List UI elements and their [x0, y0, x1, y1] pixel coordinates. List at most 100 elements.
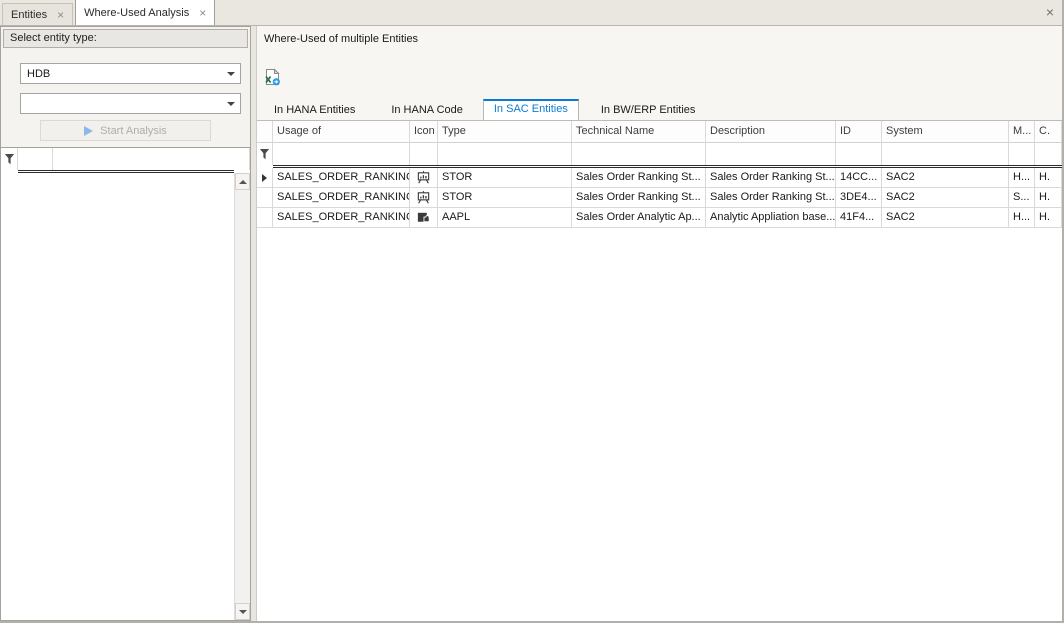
panel-close-icon[interactable]: ×	[1046, 5, 1054, 19]
tab-in-hana-code[interactable]: In HANA Code	[381, 100, 473, 120]
filter-cell[interactable]	[882, 143, 1009, 165]
cell-id: 3DE4...	[836, 188, 882, 208]
entity-type-dropdown[interactable]: HDB	[20, 63, 241, 84]
filter-cell[interactable]	[706, 143, 836, 165]
panel-caption: Select entity type:	[3, 29, 248, 48]
cell-description: Sales Order Ranking St...	[706, 188, 836, 208]
table-row[interactable]: SALES_ORDER_RANKING STOR Sales Order Ran…	[257, 168, 1062, 188]
cell-usage-of: SALES_ORDER_RANKING	[273, 188, 410, 208]
cell-system: SAC2	[882, 188, 1009, 208]
export-to-excel-button[interactable]	[262, 67, 282, 87]
start-analysis-label: Start Analysis	[100, 125, 167, 137]
filter-cell[interactable]	[18, 148, 53, 170]
cell-m: S...	[1009, 188, 1035, 208]
entity-type-value: HDB	[21, 68, 222, 80]
filter-cell[interactable]	[273, 143, 410, 165]
column-header-system[interactable]: System	[882, 121, 1009, 143]
table-row[interactable]: SALES_ORDER_RANKING AAPL Sales Order Ana…	[257, 208, 1062, 228]
cell-usage-of: SALES_ORDER_RANKING	[273, 208, 410, 228]
start-analysis-button[interactable]: Start Analysis	[40, 120, 211, 141]
cell-icon	[410, 188, 438, 208]
filter-cell[interactable]	[836, 143, 882, 165]
filter-cell[interactable]	[410, 143, 438, 165]
tab-in-sac-entities[interactable]: In SAC Entities	[483, 99, 579, 120]
play-icon	[84, 126, 93, 136]
cell-description: Analytic Appliation base...	[706, 208, 836, 228]
scroll-down-button[interactable]	[235, 603, 250, 620]
excel-export-icon	[263, 68, 281, 86]
column-header-m[interactable]: M...	[1009, 121, 1035, 143]
cell-technical-name: Sales Order Ranking St...	[572, 168, 706, 188]
header-indicator-cell	[257, 121, 273, 143]
tab-in-bw-erp-entities[interactable]: In BW/ERP Entities	[591, 100, 706, 120]
filter-row[interactable]	[1, 148, 250, 170]
row-indicator-cell	[257, 208, 273, 228]
column-header-icon[interactable]: Icon	[410, 121, 438, 143]
cell-c: H.	[1035, 168, 1062, 188]
scroll-up-button[interactable]	[235, 173, 250, 190]
vertical-scrollbar[interactable]	[234, 173, 250, 620]
doc-tab-entities[interactable]: Entities ×	[2, 3, 73, 25]
row-indicator-cell	[257, 168, 273, 188]
dropdown-button[interactable]	[222, 94, 240, 113]
doc-tab-label: Entities	[11, 5, 47, 25]
doc-tab-label: Where-Used Analysis	[84, 3, 189, 23]
cell-technical-name: Sales Order Analytic Ap...	[572, 208, 706, 228]
filter-indicator-cell	[1, 148, 18, 170]
dropdown-button[interactable]	[222, 64, 240, 83]
where-used-panel: Where-Used of multiple Entities In HANA …	[256, 26, 1062, 621]
filter-separator	[18, 170, 234, 173]
entity-type-panel: Select entity type: HDB Start Analysis	[0, 26, 251, 621]
close-icon[interactable]: ×	[57, 9, 64, 21]
cell-m: H...	[1009, 208, 1035, 228]
cell-type: STOR	[438, 168, 572, 188]
column-header-type[interactable]: Type	[438, 121, 572, 143]
doc-tab-where-used-analysis[interactable]: Where-Used Analysis ×	[75, 0, 215, 25]
chevron-down-icon	[227, 102, 235, 106]
row-indicator-cell	[257, 188, 273, 208]
column-header-c[interactable]: C.	[1035, 121, 1062, 143]
filter-funnel-icon	[259, 148, 270, 161]
cell-icon	[410, 208, 438, 228]
triangle-down-icon	[239, 610, 247, 614]
filter-cell[interactable]	[1035, 143, 1062, 165]
filter-cell[interactable]	[572, 143, 706, 165]
cell-description: Sales Order Ranking St...	[706, 168, 836, 188]
filter-indicator-cell	[257, 143, 273, 165]
filter-cell[interactable]	[438, 143, 572, 165]
column-header-technical-name[interactable]: Technical Name	[572, 121, 706, 143]
triangle-up-icon	[239, 180, 247, 184]
column-header-id[interactable]: ID	[836, 121, 882, 143]
story-icon	[416, 190, 431, 205]
chevron-down-icon	[227, 72, 235, 76]
document-tabbar: Entities × Where-Used Analysis × ×	[0, 0, 1062, 26]
cell-type: AAPL	[438, 208, 572, 228]
filter-funnel-icon	[4, 153, 15, 166]
cell-id: 41F4...	[836, 208, 882, 228]
column-header-description[interactable]: Description	[706, 121, 836, 143]
table-row[interactable]: SALES_ORDER_RANKING STOR Sales Order Ran…	[257, 188, 1062, 208]
filter-cell[interactable]	[1009, 143, 1035, 165]
cell-system: SAC2	[882, 168, 1009, 188]
entity-dropdown[interactable]	[20, 93, 241, 114]
filter-cell[interactable]	[53, 148, 250, 170]
current-row-arrow-icon	[262, 174, 267, 182]
where-used-grid: Usage of Icon Type Technical Name Descri…	[257, 120, 1062, 621]
result-tabbar: In HANA Entities In HANA Code In SAC Ent…	[264, 99, 705, 120]
cell-technical-name: Sales Order Ranking St...	[572, 188, 706, 208]
grid-header-row: Usage of Icon Type Technical Name Descri…	[257, 121, 1062, 143]
page-title: Where-Used of multiple Entities	[264, 33, 418, 45]
column-header-usage-of[interactable]: Usage of	[273, 121, 410, 143]
application-window: Entities × Where-Used Analysis × × Selec…	[0, 0, 1064, 623]
cell-type: STOR	[438, 188, 572, 208]
cell-system: SAC2	[882, 208, 1009, 228]
cell-id: 14CC...	[836, 168, 882, 188]
cell-usage-of: SALES_ORDER_RANKING	[273, 168, 410, 188]
close-icon[interactable]: ×	[199, 7, 206, 19]
analytic-application-icon	[416, 210, 431, 225]
cell-c: H.	[1035, 188, 1062, 208]
cell-c: H.	[1035, 208, 1062, 228]
tab-in-hana-entities[interactable]: In HANA Entities	[264, 100, 365, 120]
entity-list-grid	[1, 147, 250, 620]
story-icon	[416, 170, 431, 185]
